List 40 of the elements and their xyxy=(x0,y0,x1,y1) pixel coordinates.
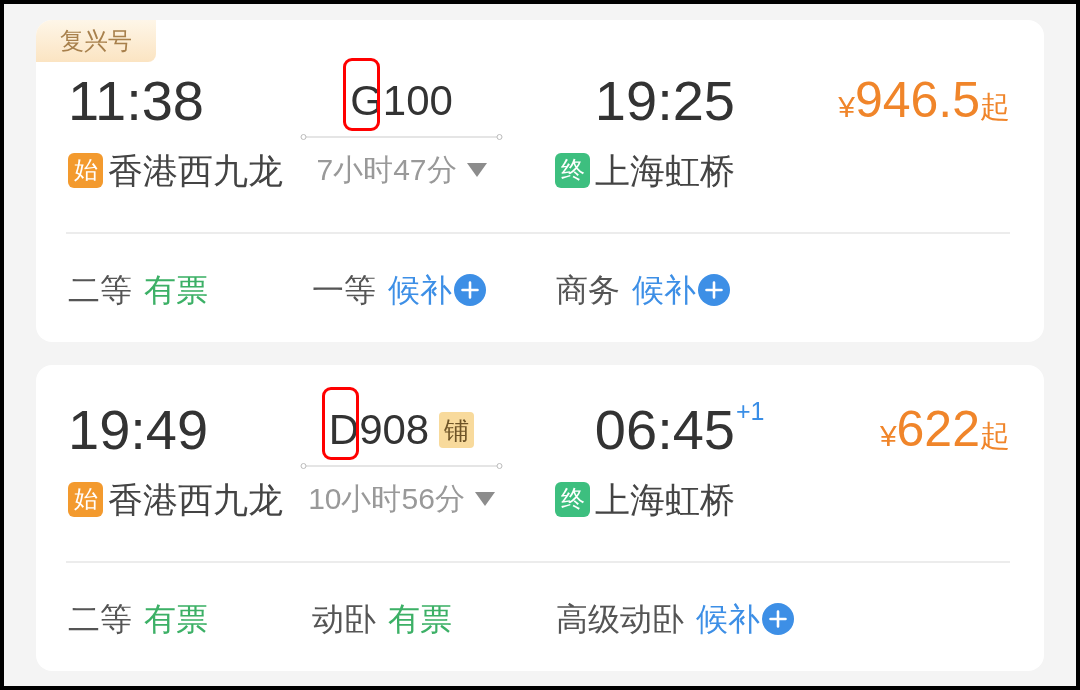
destination-badge: 终 xyxy=(555,152,590,188)
seat-class-label: 二等 xyxy=(68,603,132,635)
caret-icon xyxy=(474,492,495,506)
price-amount: 946.5 xyxy=(854,75,980,125)
ticket-status-label: 有票 xyxy=(144,603,208,635)
seat-class-label: 动卧 xyxy=(312,603,376,635)
price-amount: 622 xyxy=(896,404,980,454)
departure-time: 19:49 xyxy=(68,402,209,458)
duration-toggle[interactable]: 7小时47分 xyxy=(316,150,487,190)
seat-class-label: 商务 xyxy=(556,274,620,306)
waitlist-button[interactable]: 候补 xyxy=(632,274,730,306)
waitlist-button[interactable]: 候补 xyxy=(696,603,794,635)
departure-station: 香港西九龙 xyxy=(108,152,283,188)
origin-badge: 始 xyxy=(68,481,103,517)
departure-station: 香港西九龙 xyxy=(108,481,283,517)
plus-icon xyxy=(698,274,730,306)
ticket-status-label: 有票 xyxy=(388,603,452,635)
caret-icon xyxy=(466,163,487,177)
departure-time: 11:38 xyxy=(68,73,204,129)
currency-symbol: ¥ xyxy=(879,421,897,451)
train-type-tag: 复兴号 xyxy=(36,20,156,62)
ticket-status-label: 有票 xyxy=(144,274,208,306)
arrival-station: 上海虹桥 xyxy=(595,152,735,188)
destination-badge: 终 xyxy=(555,481,590,517)
origin-badge: 始 xyxy=(68,152,103,188)
plus-icon xyxy=(454,274,486,306)
currency-symbol: ¥ xyxy=(838,92,855,122)
seat-class-label: 二等 xyxy=(68,274,132,306)
price-suffix: 起 xyxy=(980,421,1010,451)
duration-toggle[interactable]: 10小时56分 xyxy=(308,479,495,519)
seat-class-label: 一等 xyxy=(312,274,376,306)
arrival-station: 上海虹桥 xyxy=(595,481,735,517)
day-offset-label: +1 xyxy=(736,399,765,424)
waitlist-button[interactable]: 候补 xyxy=(388,274,486,306)
berth-badge: 铺 xyxy=(439,412,475,448)
seat-class-label: 高级动卧 xyxy=(556,603,684,635)
arrival-time: 19:25 xyxy=(594,73,735,129)
arrival-time: 06:45 xyxy=(594,402,735,458)
price-suffix: 起 xyxy=(980,92,1010,122)
plus-icon xyxy=(762,603,794,635)
